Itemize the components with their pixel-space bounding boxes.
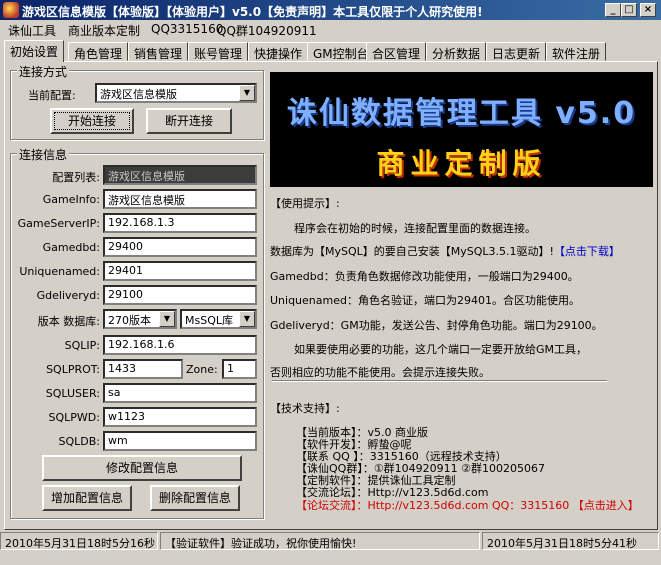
config-list-label: 配置列表:	[52, 171, 100, 184]
sqlip-input[interactable]: 192.168.1.6	[103, 335, 257, 355]
version-select[interactable]: 270版本 ▼	[103, 309, 177, 329]
uniquenamed-input[interactable]: 29401	[103, 261, 257, 281]
version-value: 270版本	[108, 314, 151, 327]
product-banner: 诛仙数据管理工具 v5.0 商业定制版	[270, 72, 653, 187]
disconnect-button[interactable]: 断开连接	[146, 108, 232, 134]
forum-enter-link[interactable]: 【点击进入】	[573, 499, 639, 512]
gdeliveryd-label: Gdeliveryd:	[36, 289, 100, 302]
tab-initial-settings[interactable]: 初始设置	[4, 40, 65, 62]
tab-log-update[interactable]: 日志更新	[486, 42, 547, 61]
app-icon	[3, 2, 19, 18]
support-heading: 【技术支持】:	[270, 402, 340, 415]
tab-server-merge[interactable]: 合区管理	[366, 42, 427, 61]
banner-edition: 商业定制版	[376, 147, 547, 180]
current-config-label: 当前配置:	[28, 89, 76, 102]
gameinfo-label: GameInfo:	[42, 193, 100, 206]
chevron-down-icon[interactable]: ▼	[159, 311, 175, 327]
support-forum-exchange: 【论坛交流】：Http://v123.5d6d.com QQ：3315160 【…	[296, 497, 639, 513]
chevron-down-icon[interactable]: ▼	[239, 311, 255, 327]
tip-gamedbd: Gamedbd：负责角色数据修改功能使用，一般端口为29400。	[270, 270, 579, 283]
tip-ports-open: 如果要使用必要的功能，这几个端口一定要开放给GM工具，	[294, 343, 588, 356]
status-start-time: 2010年5月31日18时5分16秒	[0, 532, 158, 550]
sqlip-label: SQLIP:	[64, 339, 100, 352]
tab-sales-management[interactable]: 销售管理	[128, 42, 189, 61]
tip-mysql-driver: 数据库为【MySQL】的要自己安装【MySQL3.5.1驱动】!【点击下载】	[270, 243, 620, 259]
status-current-time: 2010年5月31日18时5分41秒	[482, 532, 659, 550]
sqlpwd-input[interactable]: w1123	[103, 407, 257, 427]
tab-gm-console[interactable]: GM控制台	[307, 42, 375, 61]
delete-config-button[interactable]: 删除配置信息	[150, 485, 240, 511]
zone-label: Zone:	[186, 363, 218, 376]
status-message: 【验证软件】验证成功，祝你使用愉快!	[160, 532, 480, 550]
menu-bar: 诛仙工具 商业版本定制 QQ3315160 QQ群104920911	[0, 20, 661, 38]
divider	[272, 380, 607, 382]
add-config-button[interactable]: 增加配置信息	[42, 485, 132, 511]
sqldb-label: SQLDB:	[58, 435, 101, 448]
gamedbd-label: Gamedbd:	[42, 241, 100, 254]
version-db-label: 版本 数据库:	[37, 315, 100, 328]
gameserverip-label: GameServerIP:	[17, 217, 100, 230]
tip-mysql-text: 数据库为【MySQL】的要自己安装【MySQL3.5.1驱动】!	[270, 245, 554, 258]
status-bar: 2010年5月31日18时5分16秒 【验证软件】验证成功，祝你使用愉快! 20…	[0, 531, 661, 551]
current-config-value: 游戏区信息模版	[100, 88, 177, 101]
close-button[interactable]: ×	[640, 3, 656, 17]
menu-qq[interactable]: QQ3315160	[151, 22, 223, 36]
sqlport-input[interactable]: 1433	[103, 359, 183, 379]
gdeliveryd-input[interactable]: 29100	[103, 285, 257, 305]
title-bar: 游戏区信息模版【体验版】【体验用户】v5.0【免责声明】本工具仅限于个人研究使用…	[0, 0, 661, 20]
gameserverip-input[interactable]: 192.168.1.3	[103, 213, 257, 233]
maximize-button[interactable]: □	[621, 3, 637, 17]
sqlport-label: SQLPROT:	[46, 363, 100, 376]
sqlpwd-label: SQLPWD:	[48, 411, 100, 424]
gameinfo-input[interactable]: 游戏区信息模版	[103, 189, 257, 209]
gamedbd-input[interactable]: 29400	[103, 237, 257, 257]
modify-config-button[interactable]: 修改配置信息	[42, 455, 242, 481]
forum-exchange-text: 【论坛交流】：Http://v123.5d6d.com QQ：3315160	[296, 499, 570, 512]
banner-title: 诛仙数据管理工具 v5.0	[286, 96, 637, 131]
minimize-button[interactable]: _	[605, 3, 621, 17]
zone-input[interactable]: 1	[222, 359, 257, 379]
current-config-select[interactable]: 游戏区信息模版 ▼	[95, 83, 257, 103]
tip-gdeliveryd: Gdeliveryd：GM功能，发送公告、封停角色功能。端口为29100。	[270, 319, 603, 332]
menu-qq-group[interactable]: QQ群104920911	[217, 22, 317, 39]
menu-business-custom[interactable]: 商业版本定制	[68, 22, 140, 39]
sqluser-label: SQLUSER:	[45, 387, 100, 400]
database-value: MsSQL库	[185, 314, 233, 327]
tip-uniquenamed: Uniquenamed：角色名验证，端口为29401。合区功能使用。	[270, 294, 580, 307]
tab-role-management[interactable]: 角色管理	[68, 42, 129, 61]
tip-initial-connect: 程序会在初始的时候，连接配置里面的数据连接。	[294, 222, 536, 235]
tab-strip: 初始设置 角色管理 销售管理 账号管理 快捷操作 GM控制台 合区管理 分析数据…	[4, 40, 658, 62]
download-link[interactable]: 【点击下载】	[554, 245, 620, 258]
menu-zhuxian-tools[interactable]: 诛仙工具	[8, 22, 56, 39]
uniquenamed-label: Uniquenamed:	[19, 265, 100, 278]
sqldb-input[interactable]: wm	[103, 431, 257, 451]
connection-method-legend: 连接方式	[17, 63, 70, 80]
window-title: 游戏区信息模版【体验版】【体验用户】v5.0【免责声明】本工具仅限于个人研究使用…	[22, 5, 483, 19]
tab-account-management[interactable]: 账号管理	[188, 42, 249, 61]
config-list-field: 游戏区信息模版	[103, 165, 257, 185]
tip-connect-fail: 否则相应的功能不能使用。会提示连接失败。	[270, 366, 490, 379]
start-connect-button[interactable]: 开始连接	[50, 108, 134, 134]
connection-info-legend: 连接信息	[17, 146, 70, 163]
sqluser-input[interactable]: sa	[103, 383, 257, 403]
tab-software-register[interactable]: 软件注册	[546, 42, 607, 61]
tab-analyze-data[interactable]: 分析数据	[426, 42, 487, 61]
chevron-down-icon[interactable]: ▼	[239, 85, 255, 101]
tips-heading: 【使用提示】:	[270, 197, 340, 210]
database-select[interactable]: MsSQL库 ▼	[180, 309, 257, 329]
tab-quick-actions[interactable]: 快捷操作	[248, 42, 309, 61]
